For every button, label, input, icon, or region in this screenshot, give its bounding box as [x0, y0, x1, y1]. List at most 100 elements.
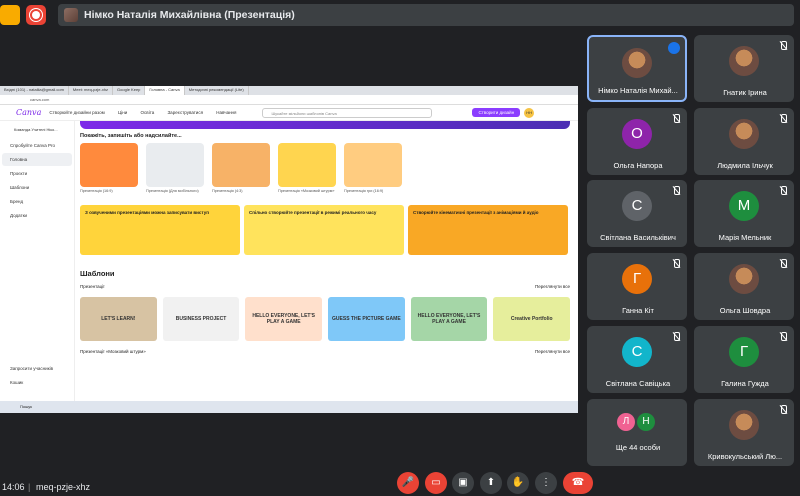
canva-sidebar-item: Додатки — [10, 213, 28, 218]
participant-tile[interactable]: Г Галина Гужда — [694, 326, 794, 393]
canva-banner: Створюйте кінематичні презентації з анім… — [408, 205, 568, 255]
mic-off-icon — [779, 259, 787, 269]
participant-tile[interactable]: Гнатик Ірина — [694, 35, 794, 102]
mic-off-icon — [779, 332, 787, 342]
meeting-code: meq-pzje-xhz — [36, 482, 91, 492]
participant-tile[interactable]: Кривокульський Лю... — [694, 399, 794, 466]
canva-banner: Спільно створюйте презентації в режимі р… — [244, 205, 404, 255]
participant-tile[interactable]: Г Ганна Кіт — [587, 253, 687, 320]
canva-banners: З озвученими презентаціями можна записув… — [80, 205, 570, 255]
canva-sidebar-item: Бренд — [10, 199, 24, 204]
present-button[interactable]: ⬆ — [480, 472, 502, 494]
participant-avatar: С — [622, 337, 652, 367]
camera-off-icon: ▭ — [431, 477, 441, 488]
participant-tile[interactable]: Людмила Ільчук — [694, 108, 794, 175]
separator: | — [28, 482, 31, 492]
participant-avatar: Г — [729, 337, 759, 367]
shared-screen: Вхідні (101) - nataliia@gmail.com Meet: … — [0, 86, 578, 413]
canva-thumb: Презентація «Мозковий штурм» — [278, 143, 336, 193]
participant-tile[interactable]: Ольга Шовдра — [694, 253, 794, 320]
canva-thumb: Презентація (Для мобільного) — [146, 143, 204, 193]
participant-name: Галина Гужда — [721, 379, 769, 388]
mic-off-icon — [779, 114, 787, 124]
canva-main: Покажіть, запишіть або надсилайте... Пре… — [80, 121, 571, 401]
participant-tile[interactable]: С Світлана Васильківич — [587, 180, 687, 247]
participant-name: Ольга Напора — [613, 161, 663, 170]
participant-name: Ганна Кіт — [622, 306, 654, 315]
canva-nav-item: Ціни — [117, 110, 128, 115]
more-options-button[interactable]: ⋮ — [535, 472, 557, 494]
mic-off-icon — [779, 41, 787, 51]
captions-icon: ▣ — [458, 477, 468, 488]
canva-sidebar-item: Проєкти — [10, 171, 28, 176]
mic-off-icon: 🎤 — [401, 477, 415, 488]
canva-nav-item: Створюйте дизайни разом — [49, 110, 105, 115]
canva-nav: Створюйте дизайни разом Ціни Освіта Заре… — [49, 110, 248, 115]
canva-see-all: Переглянути все — [534, 284, 570, 289]
present-icon: ⬆ — [486, 477, 496, 488]
canva-thumbs: Презентація (16:9) Презентація (Для мобі… — [80, 143, 570, 193]
canva-nav-item: Освіта — [140, 110, 155, 115]
participant-avatar — [622, 48, 652, 78]
presenter-chip[interactable]: Німко Наталія Михайлівна (Презентація) — [58, 4, 794, 26]
canva-sidebar-item: Головна — [2, 153, 72, 166]
participant-avatar: С — [622, 191, 652, 221]
windows-taskbar: Пошук — [0, 401, 578, 413]
canva-sidebar: Команда Учителі Ніко... Спробуйте Canva … — [0, 121, 75, 401]
captions-button[interactable]: ▣ — [452, 472, 474, 494]
mic-toggle-button[interactable]: 🎤 — [397, 472, 419, 494]
address-bar: canva.com — [0, 95, 578, 105]
participant-avatar — [729, 119, 759, 149]
mic-off-icon — [672, 259, 680, 269]
participant-tile[interactable]: С Світлана Савіцька — [587, 326, 687, 393]
canva-sidebar-item: Шаблони — [10, 185, 30, 190]
phone-hangup-icon: ☎ — [571, 477, 585, 488]
canva-thumb: Презентація гри (16:9) — [344, 143, 402, 193]
mic-off-icon — [672, 186, 680, 196]
camera-toggle-button[interactable]: ▭ — [425, 472, 447, 494]
browser-tab: Методичні рекомендації (Lite) — [185, 86, 249, 95]
avatar-stack-l: Л — [617, 413, 635, 431]
participant-name: Німко Наталія Михай... — [598, 86, 678, 95]
warning-icon[interactable] — [0, 5, 20, 25]
canva-template: GUESS THE PICTURE GAME — [328, 297, 405, 341]
canva-user-avatar: НН — [524, 107, 535, 118]
browser-tab: Meet: meq-pzje-xhz — [69, 86, 114, 95]
participant-avatar: Г — [622, 264, 652, 294]
canva-create-button: Створити дизайн — [472, 108, 521, 117]
raise-hand-button[interactable]: ✋ — [507, 472, 529, 494]
canva-subsection: Презентації — [80, 284, 105, 289]
participant-avatar — [729, 264, 759, 294]
canva-nav-item: Навчання — [216, 110, 237, 115]
mic-off-icon — [672, 114, 680, 124]
canva-banner: З озвученими презентаціями можна записув… — [80, 205, 240, 255]
recording-icon[interactable] — [26, 5, 46, 25]
canva-subsection-row: Презентації Переглянути все — [80, 284, 570, 289]
canva-row-title: Покажіть, запишіть або надсилайте... — [80, 133, 182, 139]
canva-thumb: Презентація (4:3) — [212, 143, 270, 193]
participant-tile[interactable]: М Марія Мельник — [694, 180, 794, 247]
canva-try-pro: Спробуйте Canva Pro — [10, 143, 55, 148]
canva-team: Команда Учителі Ніко... — [14, 127, 58, 132]
browser-tab: Google Keep — [113, 86, 146, 95]
participant-tile[interactable]: Німко Наталія Михай... — [587, 35, 687, 102]
more-participants-tile[interactable]: Л Н Ще 44 особи — [587, 399, 687, 466]
browser-tab: Вхідні (101) - nataliia@gmail.com — [0, 86, 69, 95]
presenter-label: Німко Наталія Михайлівна (Презентація) — [84, 9, 295, 21]
more-vert-icon: ⋮ — [541, 477, 551, 488]
canva-template: HELLO EVERYONE, LET'S PLAY A GAME — [410, 297, 488, 341]
canva-template: HELLO EVERYONE, LET'S PLAY A GAME — [245, 297, 323, 341]
canva-nav-item: Зареєструватися — [167, 110, 204, 115]
canva-logo: Canva — [16, 108, 42, 117]
avatar-stack-n: Н — [637, 413, 655, 431]
presenter-avatar — [64, 8, 78, 22]
bottom-bar: 14:06 | meq-pzje-xhz 🎤 ▭ ▣ ⬆ ✋ ⋮ ☎ — [0, 470, 800, 496]
canva-templates: LET'S LEARN! BUSINESS PROJECT HELLO EVER… — [80, 297, 571, 341]
participant-tile[interactable]: О Ольга Напора — [587, 108, 687, 175]
leave-call-button[interactable]: ☎ — [563, 472, 593, 494]
canva-subsection-row: Презентації «Мозковий штурм» Переглянути… — [80, 349, 570, 354]
participant-name: Кривокульський Лю... — [707, 452, 783, 461]
canva-template: Creative Portfolio — [493, 297, 571, 341]
canva-template: LET'S LEARN! — [80, 297, 157, 341]
mic-off-icon — [779, 186, 787, 196]
